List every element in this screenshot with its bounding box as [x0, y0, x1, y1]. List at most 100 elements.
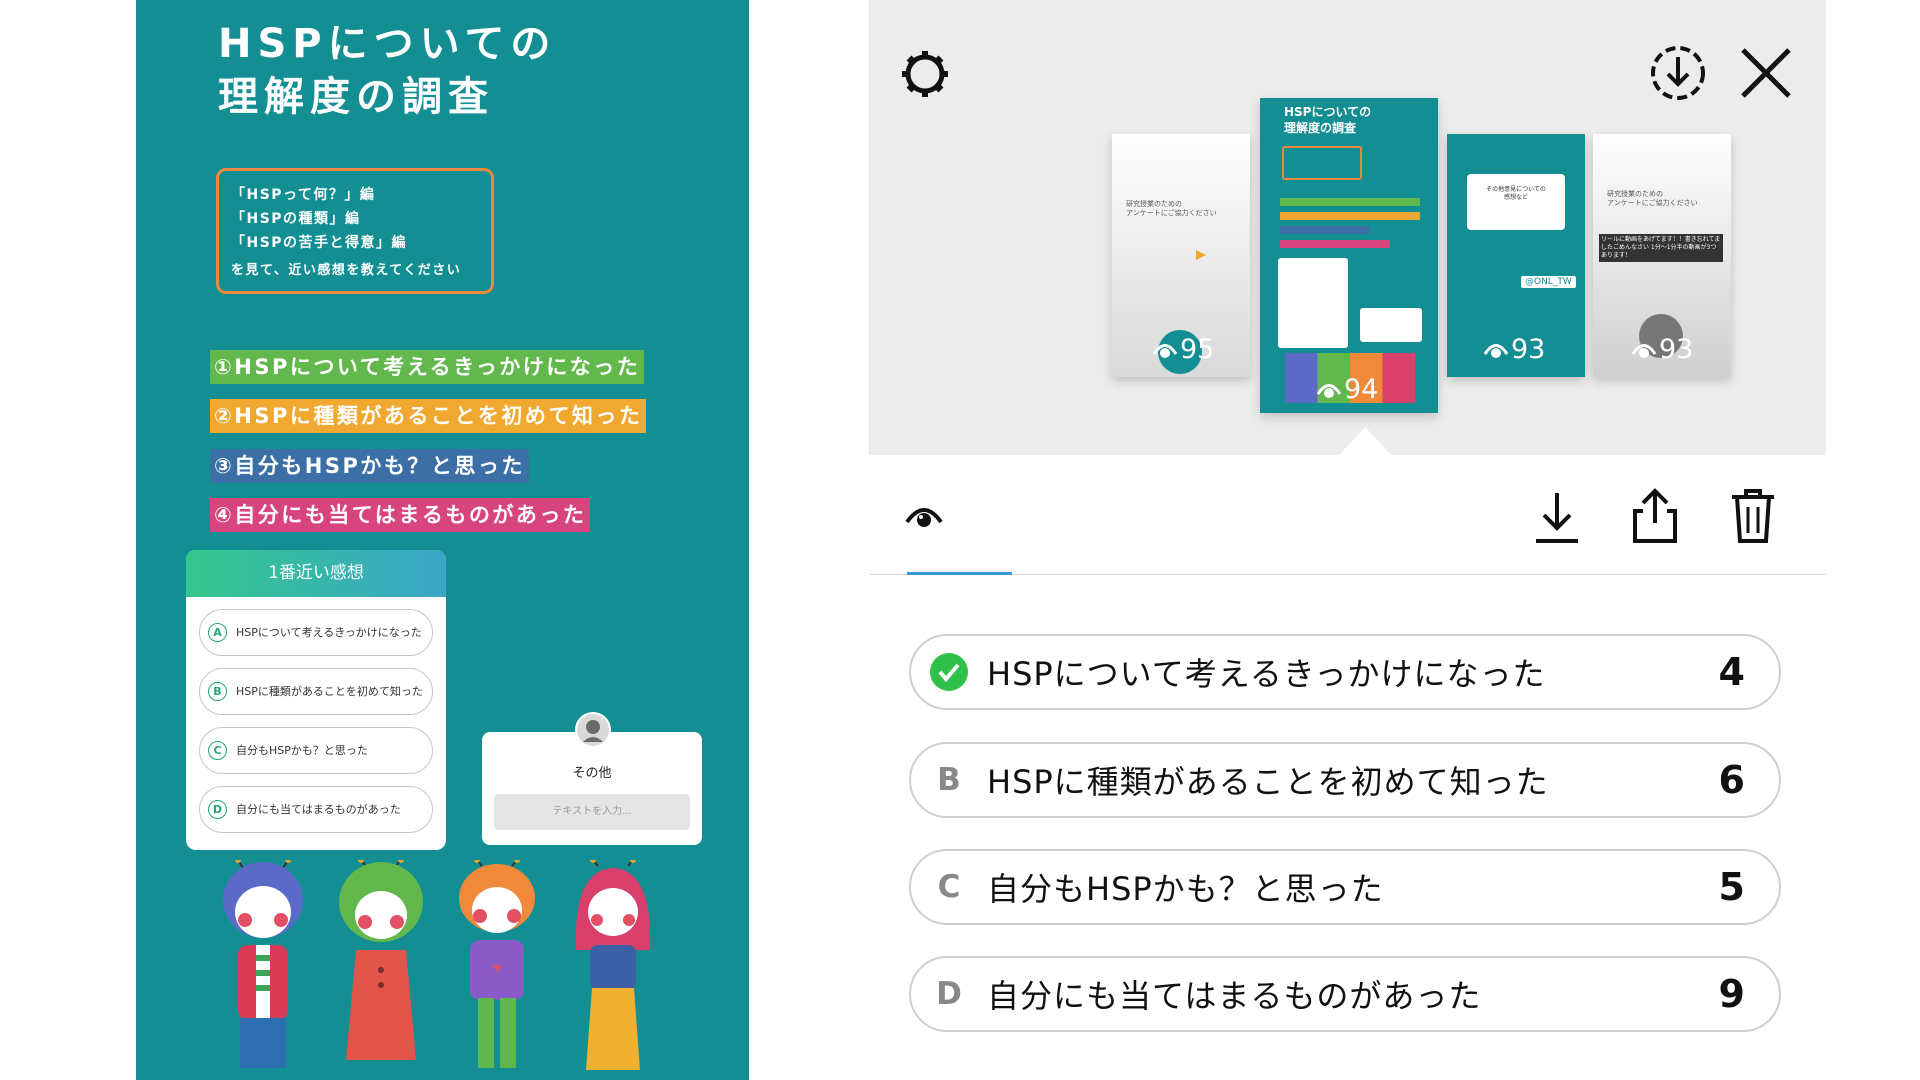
view-count: 94	[1316, 374, 1378, 405]
quiz-option-d[interactable]: D 自分にも当てはまるものがあった	[199, 786, 433, 833]
download-button[interactable]	[1529, 488, 1585, 546]
thumbnail-instructions	[1282, 146, 1362, 180]
story-title-line2: 理解度の調査	[218, 74, 494, 120]
character-illustration-4	[575, 860, 651, 1070]
thumbnail-text-line: アンケートにご協力ください	[1607, 199, 1698, 207]
quiz-title: 1番近い感想	[186, 550, 446, 597]
thumbnail-text-line: 研究授業のための	[1126, 200, 1182, 208]
result-count: 6	[1718, 758, 1745, 802]
arrow-icon	[1196, 250, 1206, 260]
thumbnail-question: その他意見についての 感想など	[1467, 174, 1565, 230]
view-count: 95	[1152, 334, 1214, 365]
mention-sticker: @ONL_TW	[1521, 276, 1576, 288]
gear-icon	[902, 51, 948, 97]
option-text: HSPに種類があることを初めて知った	[236, 685, 423, 698]
story-thumbnail-3[interactable]: その他意見についての 感想など @ONL_TW 93	[1447, 134, 1585, 377]
result-text: HSPについて考えるきっかけになった	[987, 655, 1546, 693]
question-sticker: その他 テキストを入力...	[482, 712, 702, 845]
eye-icon	[1316, 383, 1342, 398]
quiz-result-d: D 自分にも当てはまるものがあった 9	[909, 956, 1781, 1032]
download-icon	[1536, 493, 1578, 543]
story-thumbnail-2[interactable]: HSPについての 理解度の調査 94	[1260, 98, 1438, 413]
view-count: 93	[1631, 334, 1693, 365]
view-count-value: 95	[1180, 334, 1215, 365]
quiz-option-b[interactable]: B HSPに種類があることを初めて知った	[199, 668, 433, 715]
eye-icon	[1631, 343, 1657, 358]
result-text: 自分にも当てはまるものがあった	[987, 977, 1482, 1015]
result-text: 自分もHSPかも？と思った	[987, 870, 1384, 908]
eye-icon	[905, 508, 943, 527]
option-text: HSPについて考えるきっかけになった	[236, 626, 422, 639]
delete-button[interactable]	[1725, 486, 1781, 546]
view-count-value: 94	[1344, 374, 1379, 405]
option-letter: C	[208, 741, 227, 760]
result-letter: B	[937, 762, 961, 798]
question-label: その他	[572, 766, 612, 781]
question-input[interactable]: テキストを入力...	[494, 794, 690, 830]
instructions-box: 「HSPって何？」編 「HSPの種類」編 「HSPの苦手と得意」編 を見て、近い…	[216, 168, 494, 294]
result-count: 5	[1718, 865, 1745, 909]
result-letter: D	[936, 976, 962, 1012]
thumbnail-text: その他意見についての 感想など	[1467, 186, 1565, 202]
close-button[interactable]	[1737, 44, 1795, 102]
thumbnail-highlight	[1280, 212, 1420, 220]
thumbnail-highlight	[1280, 198, 1420, 206]
quiz-result-c: C 自分もHSPかも？と思った 5	[909, 849, 1781, 925]
thumbnail-text-line: HSPについての	[1284, 105, 1372, 119]
thumbnail-question	[1360, 308, 1422, 342]
quiz-sticker: 1番近い感想 A HSPについて考えるきっかけになった B HSPに種類があるこ…	[186, 550, 446, 850]
instruction-line: を見て、近い感想を教えてください	[231, 263, 462, 278]
result-text: HSPに種類があることを初めて知った	[987, 763, 1549, 801]
trash-icon	[1732, 489, 1774, 543]
option-letter: A	[208, 623, 227, 642]
active-tab-indicator	[907, 572, 1012, 575]
close-icon	[1741, 48, 1791, 98]
thumbnail-highlight	[1280, 240, 1390, 248]
thumbnail-title: HSPについての 理解度の調査	[1284, 104, 1371, 136]
instruction-line: 「HSPの種類」編	[231, 211, 361, 227]
thumbnail-quiz	[1278, 258, 1348, 348]
share-button[interactable]	[1627, 486, 1683, 546]
thumbnail-text-line: その他意見についての	[1486, 186, 1546, 193]
character-illustration-2	[339, 860, 423, 1060]
thumbnail-caption: リールに動画をあげてます！！書き忘れてましたごめんなさい 1分〜1分半の動画が3…	[1599, 234, 1723, 262]
save-story-button[interactable]	[1647, 42, 1709, 104]
instruction-line: 「HSPの苦手と得意」編	[231, 235, 408, 251]
tab-viewers[interactable]	[903, 496, 945, 538]
story-poster: HSPについての 理解度の調査 「HSPって何？」編 「HSPの種類」編 「HS…	[136, 0, 749, 1080]
thumbnail-text-line: 研究授業のための	[1607, 190, 1663, 198]
option-letter: D	[208, 800, 227, 819]
quiz-result-a: HSPについて考えるきっかけになった 4	[909, 634, 1781, 710]
avatar	[575, 712, 611, 748]
highlight-option-2: ②HSPに種類があることを初めて知った	[210, 399, 647, 433]
settings-button[interactable]	[897, 46, 953, 102]
highlight-option-1: ①HSPについて考えるきっかけになった	[210, 350, 645, 384]
view-count-value: 93	[1659, 334, 1694, 365]
highlight-option-4: ④自分にも当てはまるものがあった	[210, 498, 591, 532]
correct-answer-icon	[929, 652, 969, 692]
eye-icon	[1152, 343, 1178, 358]
result-count: 9	[1718, 972, 1745, 1016]
highlight-option-3: ③自分もHSPかも？と思った	[210, 449, 529, 483]
story-thumbnail-1[interactable]: 研究授業のための アンケートにご協力ください 95	[1112, 134, 1250, 377]
result-letter: C	[937, 869, 961, 905]
thumbnail-text: 研究授業のための アンケートにご協力ください	[1126, 200, 1217, 218]
option-letter: B	[208, 682, 227, 701]
eye-icon	[1483, 343, 1509, 358]
character-illustration-3	[459, 860, 535, 1068]
character-illustration-1	[223, 860, 303, 1068]
download-circle-icon	[1651, 46, 1705, 100]
story-thumbnail-strip: 研究授業のための アンケートにご協力ください 95 HSPについての 理解度の調…	[869, 0, 1826, 455]
option-text: 自分もHSPかも？と思った	[236, 744, 368, 757]
story-thumbnail-4[interactable]: 研究授業のための アンケートにご協力ください リールに動画をあげてます！！書き忘…	[1593, 134, 1731, 377]
quiz-result-b: B HSPに種類があることを初めて知った 6	[909, 742, 1781, 818]
thumbnail-text: 研究授業のための アンケートにご協力ください	[1607, 190, 1698, 208]
share-icon	[1633, 488, 1677, 543]
thumbnail-text-line: アンケートにご協力ください	[1126, 209, 1217, 217]
story-insights-panel: 研究授業のための アンケートにご協力ください 95 HSPについての 理解度の調…	[869, 0, 1826, 1080]
view-count: 93	[1483, 334, 1545, 365]
result-count: 4	[1718, 650, 1745, 694]
quiz-option-a[interactable]: A HSPについて考えるきっかけになった	[199, 609, 433, 656]
story-title: HSPについての 理解度の調査	[218, 18, 556, 124]
quiz-option-c[interactable]: C 自分もHSPかも？と思った	[199, 727, 433, 774]
